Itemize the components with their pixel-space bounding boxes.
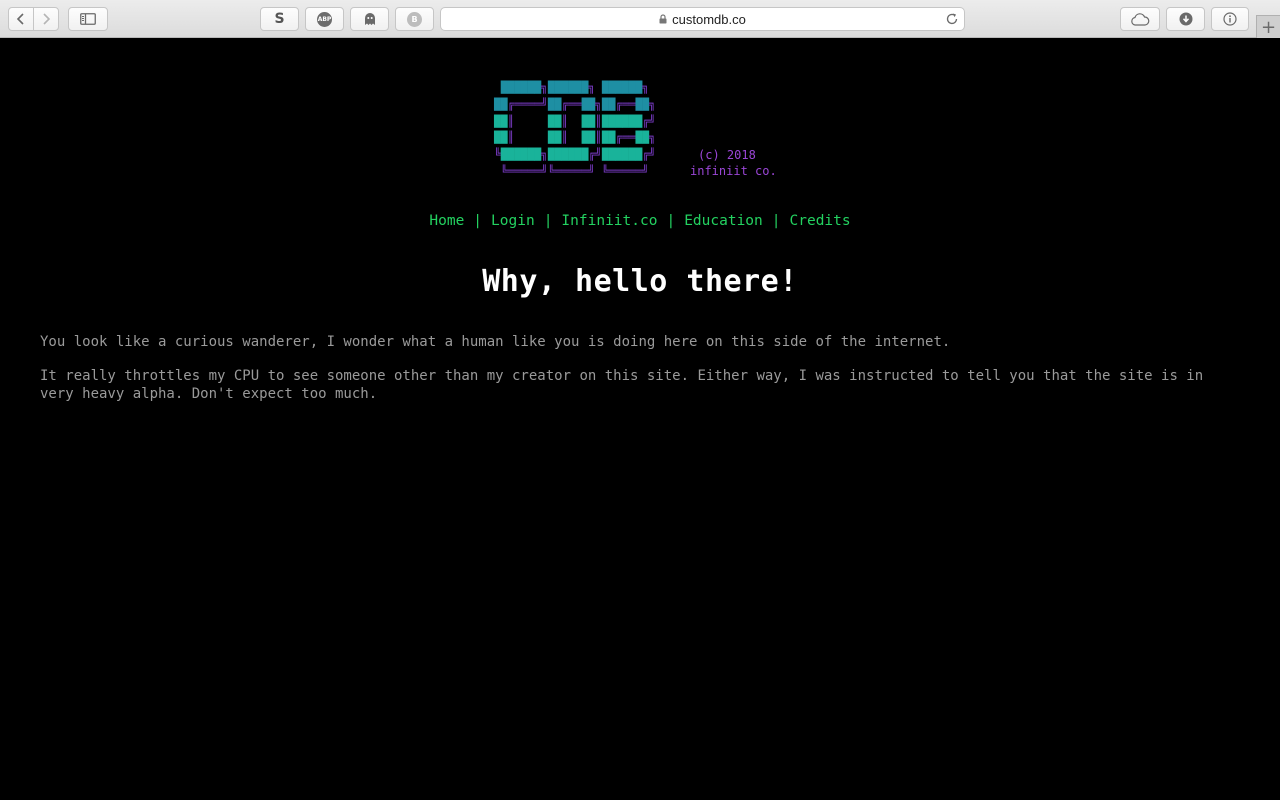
adblock-plus-button[interactable]: ABP (305, 7, 344, 31)
cloud-icon (1131, 12, 1150, 26)
icloud-tabs-button[interactable] (1120, 7, 1160, 31)
s-extension-button[interactable]: S (260, 7, 299, 31)
nav-link-home[interactable]: Home (429, 213, 464, 229)
chevron-left-icon (16, 13, 24, 25)
nav-link-login[interactable]: Login (491, 213, 535, 229)
copyright-year: (c) 2018 (698, 148, 756, 162)
downloads-button[interactable] (1166, 7, 1205, 31)
site-logo: ██████╗██████╗ ██████╗ ██╔════╝██╔══██╗█… (494, 80, 794, 180)
nav-separator: | (666, 213, 676, 229)
back-button[interactable] (9, 8, 34, 30)
chevron-right-icon (43, 13, 50, 25)
ascii-logo-art: ██████╗██████╗ ██████╗ ██╔════╝██╔══██╗█… (494, 81, 656, 178)
lock-icon (659, 14, 667, 24)
ghostery-button[interactable] (350, 7, 389, 31)
intro-paragraph: You look like a curious wanderer, I wond… (40, 334, 951, 350)
b-extension-icon: B (407, 11, 422, 27)
ghost-icon (364, 13, 375, 25)
plus-icon: + (1260, 16, 1277, 38)
main-navigation: Home | Login | Infiniit.co | Education | Credits (0, 213, 1280, 229)
address-bar[interactable]: customdb.co (440, 7, 965, 31)
nav-separator: | (473, 213, 483, 229)
adblock-plus-icon: ABP (317, 11, 332, 27)
copyright-company: infiniit co. (690, 164, 777, 178)
b-extension-button[interactable]: B (395, 7, 434, 31)
nav-link-credits[interactable]: Credits (790, 213, 851, 229)
nav-separator: | (771, 213, 781, 229)
new-tab-button[interactable]: + (1256, 15, 1280, 38)
web-page: ██████╗██████╗ ██████╗ ██╔════╝██╔══██╗█… (0, 38, 1280, 800)
download-icon (1179, 12, 1192, 26)
nav-link-infiniit[interactable]: Infiniit.co (561, 213, 657, 229)
sidebar-toggle-button[interactable] (68, 7, 108, 31)
url-text: customdb.co (672, 11, 746, 27)
page-headline: Why, hello there! (482, 264, 798, 299)
nav-separator: | (543, 213, 553, 229)
forward-button[interactable] (34, 8, 58, 30)
info-icon (1223, 12, 1237, 26)
browser-toolbar: S ABP B customdb.co + (0, 0, 1280, 38)
s-extension-icon: S (274, 11, 285, 27)
sidebar-icon (80, 13, 96, 25)
navigation-buttons (8, 7, 59, 31)
alpha-notice-paragraph: It really throttles my CPU to see someon… (40, 368, 1204, 402)
nav-link-education[interactable]: Education (684, 213, 763, 229)
reload-icon[interactable] (945, 12, 959, 26)
info-button[interactable] (1211, 7, 1249, 31)
